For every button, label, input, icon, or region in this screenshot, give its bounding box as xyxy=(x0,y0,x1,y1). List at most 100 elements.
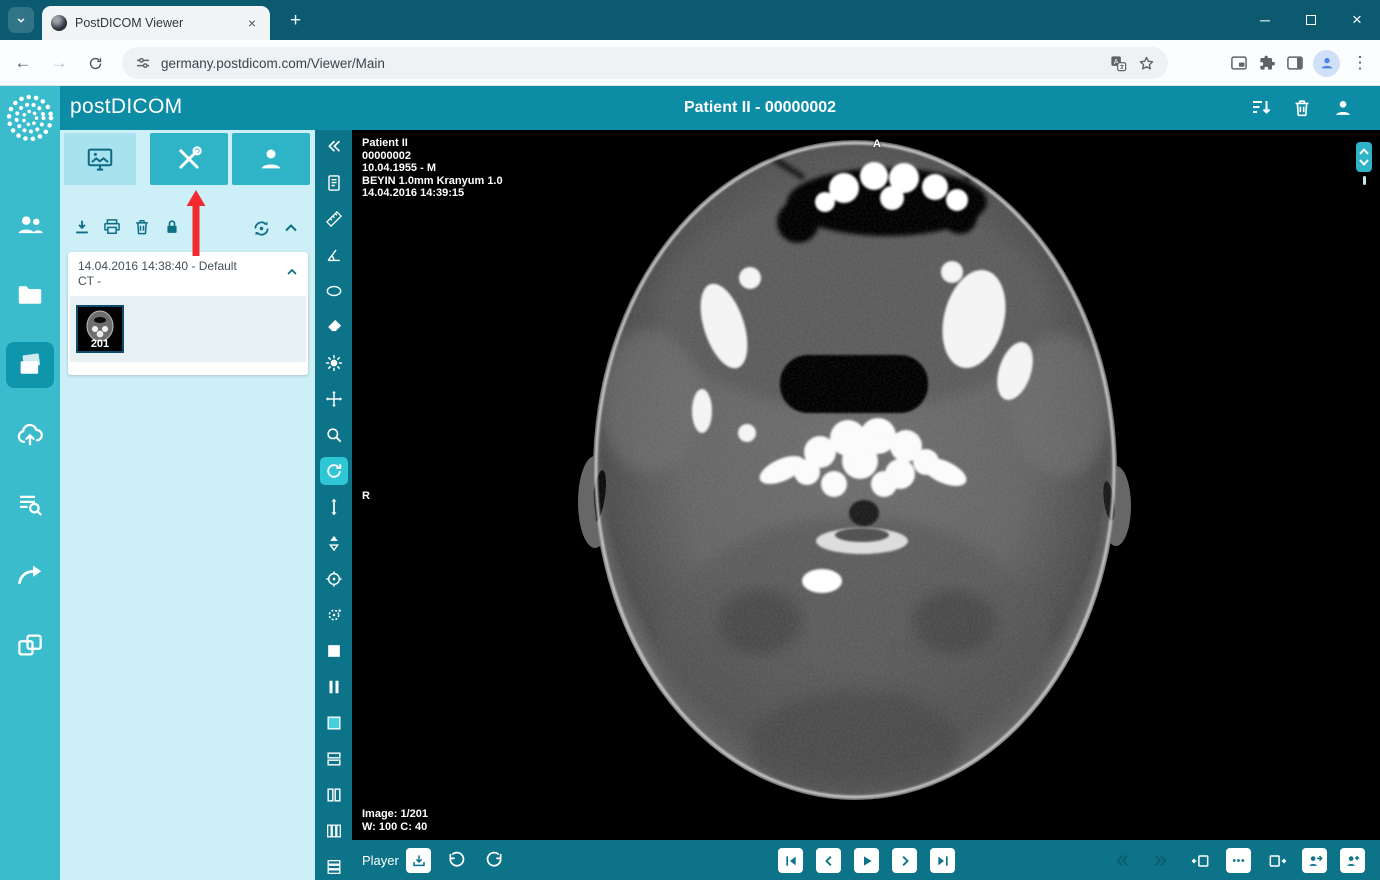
rotate-ccw-button[interactable] xyxy=(444,848,469,873)
layout-single-button[interactable] xyxy=(320,637,348,665)
orientation-marker-left: R xyxy=(362,490,370,503)
share-icon xyxy=(15,560,45,590)
forward-button[interactable]: → xyxy=(44,48,74,78)
site-favicon xyxy=(51,15,67,31)
study-card[interactable]: 14.04.2016 14:38:40 - Default CT - 201 xyxy=(68,252,308,375)
back-button[interactable]: ← xyxy=(8,48,38,78)
more-options-button[interactable] xyxy=(1226,848,1251,873)
layout-next-button[interactable] xyxy=(1264,848,1289,873)
account-button[interactable] xyxy=(1330,95,1356,121)
profile-button[interactable] xyxy=(1313,50,1340,77)
image-viewport[interactable]: Patient II 00000002 10.04.1955 - M BEYIN… xyxy=(352,130,1380,840)
url-text[interactable]: germany.postdicom.com/Viewer/Main xyxy=(161,56,1100,71)
ct-image xyxy=(352,130,1380,840)
rotate-ccw-icon xyxy=(446,850,467,871)
zoom-tool[interactable] xyxy=(320,421,348,449)
reload-button[interactable] xyxy=(80,48,110,78)
picture-in-picture-icon xyxy=(1229,53,1249,73)
windowing-presets-tool[interactable] xyxy=(320,529,348,557)
nav-order-search[interactable] xyxy=(8,486,52,524)
browser-tab[interactable]: PostDICOM Viewer × xyxy=(42,6,270,40)
profile-icon xyxy=(1319,55,1335,71)
next-series-button[interactable] xyxy=(1148,848,1173,873)
pip-button[interactable] xyxy=(1229,53,1249,73)
sort-button[interactable] xyxy=(1248,95,1274,121)
skip-first-icon xyxy=(783,853,799,869)
layout-split-button[interactable] xyxy=(320,673,348,701)
browser-menu-button[interactable]: ⋮ xyxy=(1348,48,1372,78)
layout-current-button[interactable] xyxy=(320,709,348,737)
player-bar: Player xyxy=(352,840,1380,880)
person-icon xyxy=(256,144,286,174)
bookmark-button[interactable] xyxy=(1137,54,1156,73)
overlay-series-desc: BEYIN 1.0mm Kranyum 1.0 xyxy=(362,175,503,188)
nav-folders[interactable] xyxy=(8,276,52,314)
series-thumbnail[interactable]: 201 xyxy=(76,305,124,353)
play-button[interactable] xyxy=(854,848,879,873)
tab-viewer-settings[interactable] xyxy=(64,133,136,185)
layout-two-rows-button[interactable] xyxy=(320,745,348,773)
address-bar[interactable]: germany.postdicom.com/Viewer/Main A xyxy=(122,47,1168,79)
delete-study-button[interactable] xyxy=(130,215,154,239)
eraser-icon xyxy=(324,317,344,337)
layout-prev-button[interactable] xyxy=(1188,848,1213,873)
tab-search-button[interactable] xyxy=(8,7,34,33)
pan-tool[interactable] xyxy=(320,385,348,413)
tab-tools[interactable] xyxy=(150,133,228,185)
layout-two-cols-button[interactable] xyxy=(320,781,348,809)
eraser-tool[interactable] xyxy=(320,313,348,341)
extensions-button[interactable] xyxy=(1257,53,1277,73)
first-image-button[interactable] xyxy=(778,848,803,873)
side-panel-button[interactable] xyxy=(1285,53,1305,73)
stack-scroll-tool[interactable] xyxy=(320,493,348,521)
translate-button[interactable]: A xyxy=(1109,54,1128,73)
sync-icon xyxy=(15,630,45,660)
lock-button[interactable] xyxy=(160,215,184,239)
next-image-button[interactable] xyxy=(892,848,917,873)
rotate-3d-tool[interactable] xyxy=(320,601,348,629)
rotate-icon xyxy=(324,461,344,481)
puzzle-icon xyxy=(1257,53,1277,73)
reset-view-button[interactable] xyxy=(249,216,273,240)
cloud-upload-icon xyxy=(15,420,45,450)
delete-button[interactable] xyxy=(1289,95,1315,121)
nav-patients[interactable] xyxy=(8,206,52,244)
print-button[interactable] xyxy=(100,215,124,239)
window-level-tool[interactable] xyxy=(320,349,348,377)
layout-three-rows-button[interactable] xyxy=(320,853,348,880)
collapse-toolbar-button[interactable] xyxy=(320,133,348,161)
rotate-cw-button[interactable] xyxy=(482,848,507,873)
nav-share[interactable] xyxy=(8,556,52,594)
report-tool[interactable] xyxy=(320,169,348,197)
localizer-tool[interactable] xyxy=(320,565,348,593)
study-collapse-button[interactable] xyxy=(284,264,300,280)
download-button[interactable] xyxy=(70,215,94,239)
study-header-line1: 14.04.2016 14:38:40 - Default xyxy=(78,259,280,274)
nav-transfer[interactable] xyxy=(8,626,52,664)
new-tab-button[interactable]: + xyxy=(283,8,308,33)
nav-studies[interactable] xyxy=(6,342,54,388)
close-window-button[interactable]: × xyxy=(1334,0,1380,40)
tab-patient-info[interactable] xyxy=(232,133,310,185)
angle-tool[interactable] xyxy=(320,241,348,269)
prev-series-button[interactable] xyxy=(1110,848,1135,873)
download-icon xyxy=(72,217,92,237)
nav-upload[interactable] xyxy=(8,416,52,454)
ellipse-roi-tool[interactable] xyxy=(320,277,348,305)
layout-three-cols-button[interactable] xyxy=(320,817,348,845)
site-settings-icon xyxy=(134,54,152,72)
add-patient-button[interactable] xyxy=(1340,848,1365,873)
share-patient-button[interactable] xyxy=(1302,848,1327,873)
minimize-button[interactable]: ─ xyxy=(1242,0,1288,40)
ellipse-icon xyxy=(324,281,344,301)
export-image-button[interactable] xyxy=(406,848,431,873)
maximize-button[interactable] xyxy=(1288,0,1334,40)
last-image-button[interactable] xyxy=(930,848,955,873)
tab-close-button[interactable]: × xyxy=(243,14,261,32)
rotate-tool[interactable] xyxy=(320,457,348,485)
image-scrollbar[interactable] xyxy=(1356,142,1372,172)
ruler-tool[interactable] xyxy=(320,205,348,233)
collapse-panel-button[interactable] xyxy=(279,216,303,240)
prev-image-button[interactable] xyxy=(816,848,841,873)
monitor-icon xyxy=(85,144,115,174)
